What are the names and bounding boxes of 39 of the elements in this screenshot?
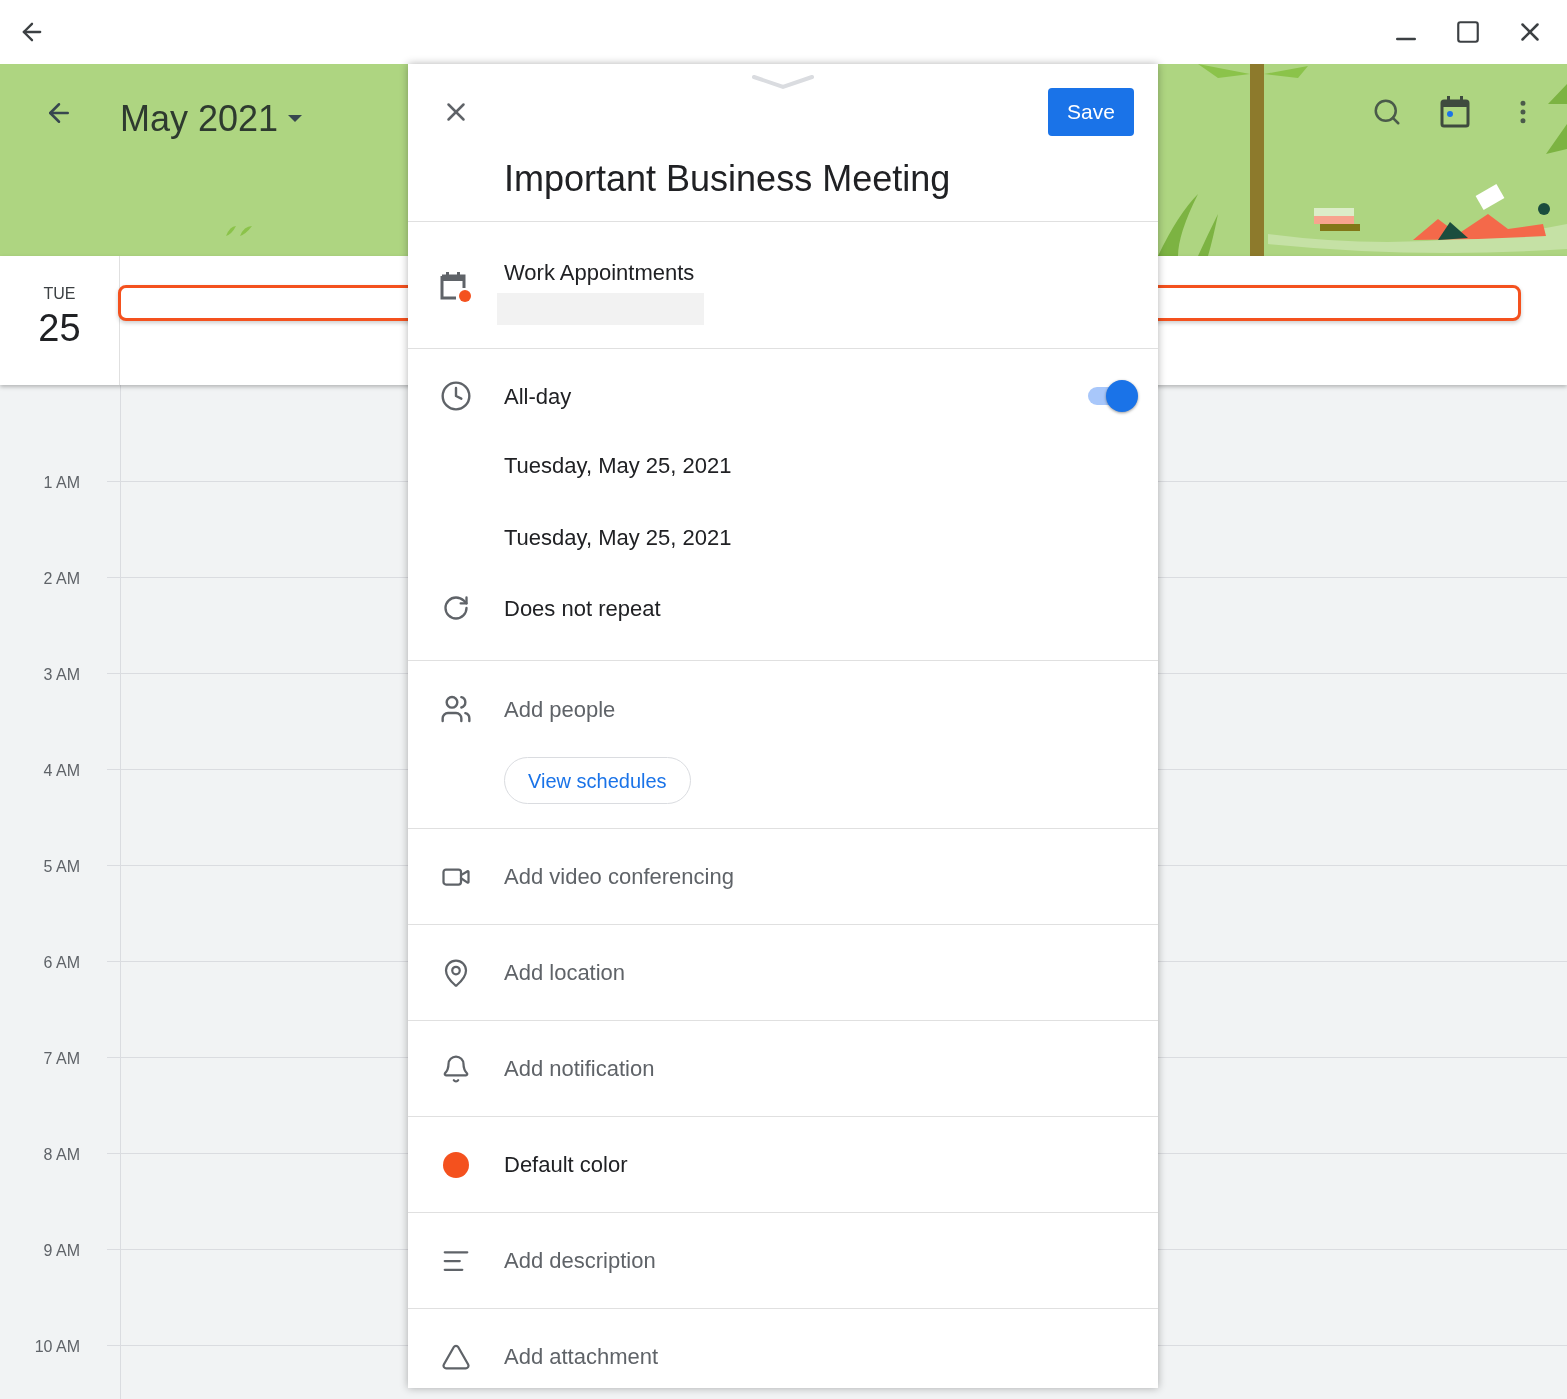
weekday-label: TUE [43,284,76,304]
clock-icon [440,380,472,412]
hour-label: 5 AM [42,857,80,877]
color-option[interactable]: Default color [504,1148,628,1181]
event-title: Important Business Meeting [504,157,951,201]
all-day-toggle[interactable] [1086,380,1138,412]
hour-label: 2 AM [42,569,80,589]
add-people-field[interactable]: Add people [504,692,616,726]
date-number: 25 [38,306,81,350]
leaves-icon [224,224,254,238]
month-dropdown[interactable]: May 2021 [120,92,303,146]
start-date[interactable]: Tuesday, May 25, 2021 [504,448,732,482]
repeat-icon [442,594,470,622]
hour-label: 10 AM [33,1337,80,1357]
caret-icon [288,115,303,123]
hour-label: 9 AM [42,1241,80,1261]
save-button[interactable]: Save [1048,88,1134,136]
hour-label: 8 AM [42,1145,80,1165]
add-field[interactable]: Add description [504,1244,656,1277]
bell-icon [441,1053,471,1084]
people-icon [440,693,472,725]
calendar-name[interactable]: Work Appointments [504,256,704,289]
search-icon[interactable] [1372,97,1402,127]
end-date[interactable]: Tuesday, May 25, 2021 [504,520,732,554]
all-day-label: All-day [504,382,573,411]
calendar-icon [439,270,473,304]
add-field[interactable]: Add attachment [504,1340,659,1373]
add-field[interactable]: Add video conferencing [504,860,734,893]
hour-label: 1 AM [42,473,80,493]
maximize-icon[interactable] [1455,19,1481,45]
repeat-option[interactable]: Does not repeat [504,591,661,625]
hour-label: 6 AM [42,953,80,973]
add-field[interactable]: Add notification [504,1052,655,1085]
hour-label: 4 AM [42,761,80,781]
drag-handle-icon[interactable] [752,74,814,90]
add-field[interactable]: Add location [504,956,626,989]
calendar-today-icon[interactable] [1440,96,1470,128]
hour-label: 3 AM [42,665,80,685]
hour-label: 7 AM [42,1049,80,1069]
